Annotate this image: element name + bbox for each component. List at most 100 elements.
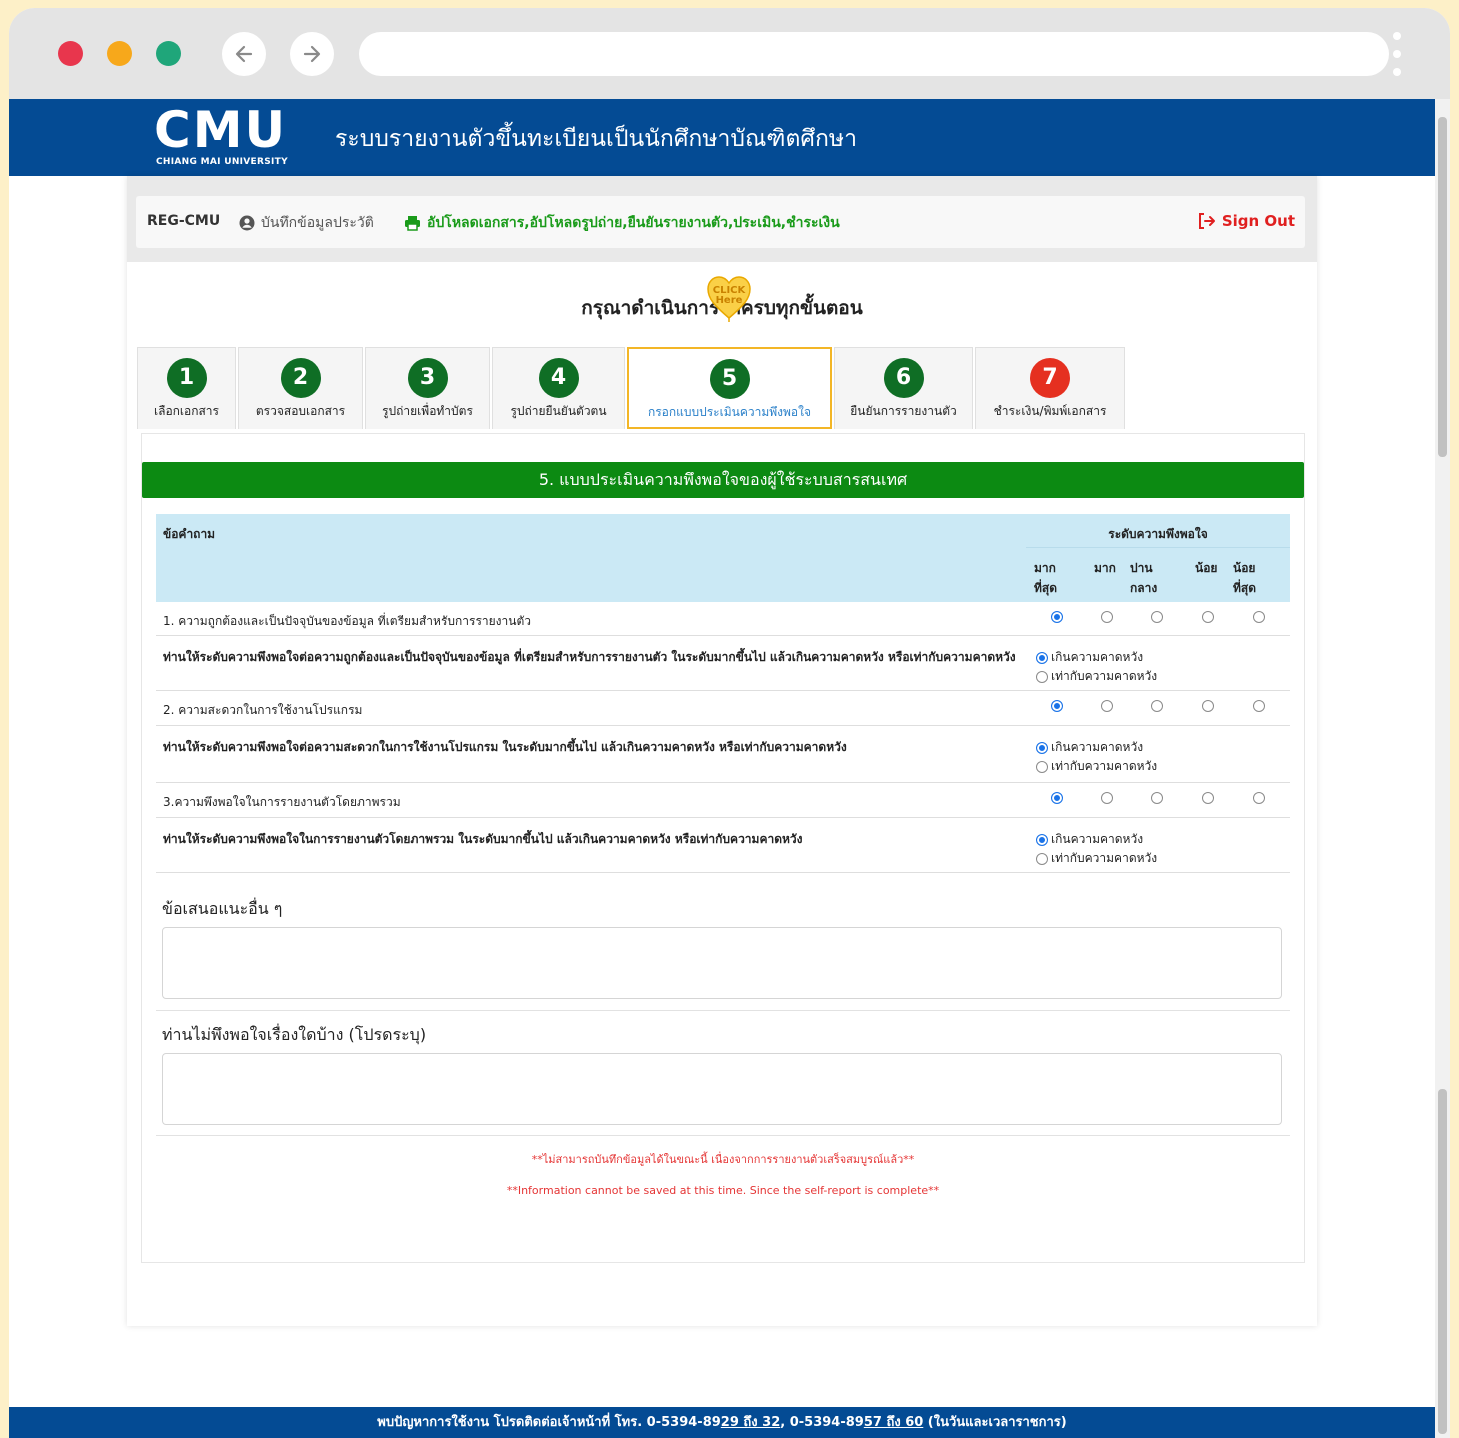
cmu-logo[interactable]: CMU xyxy=(154,104,287,156)
arrow-left-icon xyxy=(235,45,253,63)
sign-out-link[interactable]: Sign Out xyxy=(1198,212,1295,230)
minimize-window-dot[interactable] xyxy=(107,41,132,66)
click-here-heart-badge: CLICK Here xyxy=(705,274,753,322)
nav-brand[interactable]: REG-CMU xyxy=(147,213,220,229)
table-header: ข้อคำถาม ระดับความพึงพอใจ มาก ที่สุด มาก … xyxy=(156,514,1290,602)
nav-link-profile[interactable]: บันทึกข้อมูลประวัติ xyxy=(239,212,374,234)
tab-step-1[interactable]: 1 เลือกเอกสาร xyxy=(137,347,236,429)
sign-out-label: Sign Out xyxy=(1221,212,1295,230)
radio-exceed[interactable] xyxy=(1036,741,1048,754)
option-equal[interactable]: เท่ากับความคาดหวัง xyxy=(1036,849,1157,868)
step-number: 3 xyxy=(407,358,448,398)
vertical-scrollbar[interactable] xyxy=(1435,99,1450,1438)
rating-radio-5[interactable] xyxy=(1253,700,1265,712)
option-exceed[interactable]: เกินความคาดหวัง xyxy=(1036,738,1143,757)
step-number: 5 xyxy=(709,359,750,399)
dissatisfaction-label: ท่านไม่พึงพอใจเรื่องใดบ้าง (โปรดระบุ) xyxy=(162,1025,427,1044)
step-number: 1 xyxy=(166,358,207,398)
rating-radio-4[interactable] xyxy=(1202,611,1214,623)
question-row: 2. ความสะดวกในการใช้งานโปรแกรม xyxy=(156,691,1290,726)
followup-text: ท่านให้ระดับความพึงพอใจในการรายงานตัวโดย… xyxy=(163,832,803,846)
survey-heading: 5. แบบประเมินความพึงพอใจของผู้ใช้ระบบสาร… xyxy=(142,462,1304,498)
rating-radio-1[interactable] xyxy=(1051,792,1063,804)
level-header-1: มาก ที่สุด xyxy=(1034,561,1058,595)
radio-exceed[interactable] xyxy=(1036,651,1048,664)
survey-table: ข้อคำถาม ระดับความพึงพอใจ มาก ที่สุด มาก … xyxy=(156,514,1290,873)
site-title: ระบบรายงานตัวขึ้นทะเบียนเป็นนักศึกษาบัณฑ… xyxy=(335,126,857,152)
rating-radio-5[interactable] xyxy=(1253,611,1265,623)
rating-radio-3[interactable] xyxy=(1151,792,1163,804)
radio-exceed[interactable] xyxy=(1036,833,1048,846)
level-header-5: น้อย ที่สุด xyxy=(1233,561,1257,595)
close-window-dot[interactable] xyxy=(58,41,83,66)
rating-radio-5[interactable] xyxy=(1253,792,1265,804)
rating-radio-4[interactable] xyxy=(1202,700,1214,712)
maximize-window-dot[interactable] xyxy=(156,41,181,66)
rating-radio-1[interactable] xyxy=(1051,611,1063,623)
nav-link-profile-label: บันทึกข้อมูลประวัติ xyxy=(261,215,374,231)
dissatisfaction-textarea[interactable] xyxy=(162,1053,1282,1125)
rating-radio-2[interactable] xyxy=(1101,700,1113,712)
step-label: เลือกเอกสาร xyxy=(153,404,219,418)
scrollbar-track-top xyxy=(1438,117,1447,457)
level-header-4: น้อย xyxy=(1195,561,1218,575)
radio-equal[interactable] xyxy=(1036,670,1048,683)
sign-out-icon xyxy=(1198,213,1215,229)
step-label: ตรวจสอบเอกสาร xyxy=(255,404,346,418)
scrollbar-thumb[interactable] xyxy=(1438,1089,1447,1434)
followup-row: ท่านให้ระดับความพึงพอใจต่อความถูกต้องและ… xyxy=(156,636,1290,691)
tab-step-7[interactable]: 7 ชำระเงิน/พิมพ์เอกสาร xyxy=(975,347,1125,429)
rating-radio-3[interactable] xyxy=(1151,611,1163,623)
option-equal[interactable]: เท่ากับความคาดหวัง xyxy=(1036,667,1157,686)
nav-link-steps-label: อัปโหลดเอกสาร,อัปโหลดรูปถ่าย,ยืนยันรายงา… xyxy=(427,215,840,231)
tab-step-3[interactable]: 3 รูปถ่ายเพื่อทำบัตร xyxy=(365,347,490,429)
followup-text: ท่านให้ระดับความพึงพอใจต่อความถูกต้องและ… xyxy=(163,650,1016,664)
tab-step-4[interactable]: 4 รูปถ่ายยืนยันตัวตน xyxy=(492,347,625,429)
rating-radio-1[interactable] xyxy=(1051,700,1063,712)
level-header-3: ปาน กลาง xyxy=(1130,561,1158,595)
rating-radio-2[interactable] xyxy=(1101,611,1113,623)
column-header-level: ระดับความพึงพอใจ xyxy=(1108,527,1208,541)
rating-radio-4[interactable] xyxy=(1202,792,1214,804)
followup-text: ท่านให้ระดับความพึงพอใจต่อความสะดวกในการ… xyxy=(163,740,847,754)
step-number: 4 xyxy=(538,358,579,398)
site-header: CMU CHIANG MAI UNIVERSITY ระบบรายงานตัวข… xyxy=(9,99,1435,176)
tab-step-2[interactable]: 2 ตรวจสอบเอกสาร xyxy=(238,347,363,429)
click-badge-line2: Here xyxy=(715,295,743,306)
level-header-2: มาก xyxy=(1094,561,1116,575)
question-row: 3.ความพึงพอใจในการรายงานตัวโดยภาพรวม xyxy=(156,783,1290,818)
back-button[interactable] xyxy=(222,32,266,76)
question-text: 2. ความสะดวกในการใช้งานโปรแกรม xyxy=(163,703,363,717)
main-container: REG-CMU บันทึกข้อมูลประวัติ อัปโหลดเอกสา… xyxy=(127,176,1317,1326)
rating-radio-3[interactable] xyxy=(1151,700,1163,712)
step-label: กรอกแบบประเมินความพึงพอใจ xyxy=(647,405,812,419)
site-footer: พบปัญหาการใช้งาน โปรดติดต่อเจ้าหน้าที่ โ… xyxy=(9,1407,1435,1438)
suggestion-textarea[interactable] xyxy=(162,927,1282,999)
survey-panel: 5. แบบประเมินความพึงพอใจของผู้ใช้ระบบสาร… xyxy=(141,433,1305,1263)
printer-icon xyxy=(405,216,420,231)
step-number: 6 xyxy=(883,358,924,398)
radio-equal[interactable] xyxy=(1036,760,1048,773)
page-viewport: CMU CHIANG MAI UNIVERSITY ระบบรายงานตัวข… xyxy=(9,99,1435,1438)
address-bar[interactable] xyxy=(359,32,1389,76)
followup-row: ท่านให้ระดับความพึงพอใจต่อความสะดวกในการ… xyxy=(156,726,1290,783)
question-text: 3.ความพึงพอใจในการรายงานตัวโดยภาพรวม xyxy=(163,795,401,809)
option-exceed[interactable]: เกินความคาดหวัง xyxy=(1036,830,1143,849)
step-label: ยืนยันการรายงานตัว xyxy=(850,404,957,418)
kebab-menu-icon[interactable] xyxy=(1392,32,1402,80)
forward-button[interactable] xyxy=(290,32,334,76)
tab-step-6[interactable]: 6 ยืนยันการรายงานตัว xyxy=(834,347,973,429)
phone-link-1[interactable]: 29 ถึง 32 xyxy=(721,1415,780,1430)
radio-equal[interactable] xyxy=(1036,852,1048,865)
arrow-right-icon xyxy=(303,45,321,63)
option-exceed[interactable]: เกินความคาดหวัง xyxy=(1036,648,1143,667)
option-equal[interactable]: เท่ากับความคาดหวัง xyxy=(1036,757,1157,776)
phone-link-2[interactable]: 57 ถึง 60 xyxy=(864,1415,923,1430)
nav-link-steps[interactable]: อัปโหลดเอกสาร,อัปโหลดรูปถ่าย,ยืนยันรายงา… xyxy=(404,212,840,234)
user-circle-icon xyxy=(239,215,255,231)
rating-radio-2[interactable] xyxy=(1101,792,1113,804)
tab-step-5[interactable]: 5 กรอกแบบประเมินความพึงพอใจ xyxy=(627,347,832,429)
browser-chrome xyxy=(9,8,1450,99)
suggestion-label: ข้อเสนอแนะอื่น ๆ xyxy=(162,899,283,918)
step-label: รูปถ่ายยืนยันตัวตน xyxy=(510,404,607,418)
